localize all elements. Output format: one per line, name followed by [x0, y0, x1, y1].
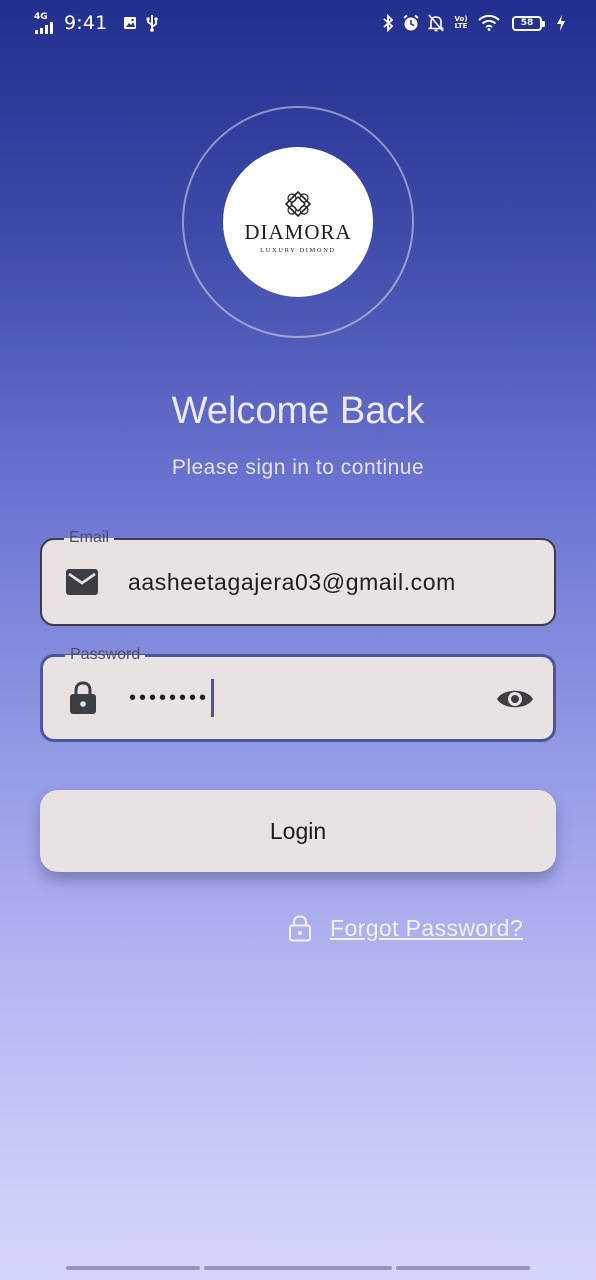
status-left: 4G 9:41: [34, 12, 159, 34]
password-field[interactable]: Password ••••••••: [40, 646, 556, 742]
email-field[interactable]: Email aasheetagajera03@gmail.com: [40, 529, 556, 626]
signal-indicator: 4G: [34, 11, 56, 34]
status-right: Vo) LTE 58: [382, 14, 566, 32]
gesture-nav-bar[interactable]: [66, 1266, 530, 1270]
clock-time: 9:41: [64, 12, 108, 34]
text-caret: [211, 679, 215, 717]
wifi-icon: [478, 15, 500, 31]
logo-tagline: LUXURY DIMOND: [260, 247, 336, 254]
email-value[interactable]: aasheetagajera03@gmail.com: [128, 569, 456, 596]
status-bar: 4G 9:41 Vo) LTE 58: [0, 0, 596, 46]
battery-indicator: 58: [512, 15, 545, 31]
usb-icon: [146, 15, 159, 32]
nav-segment: [396, 1266, 530, 1270]
forgot-password-link[interactable]: Forgot Password?: [288, 914, 523, 942]
lock-icon: [65, 680, 101, 716]
forgot-password-label[interactable]: Forgot Password?: [330, 915, 523, 942]
lte-indicator: Vo) LTE: [454, 15, 468, 30]
alarm-icon: [403, 14, 419, 31]
page-subtitle: Please sign in to continue: [171, 456, 425, 479]
password-label: Password: [65, 646, 146, 664]
bluetooth-icon: [383, 14, 394, 32]
logo: DIAMORA LUXURY DIMOND: [223, 147, 373, 297]
gallery-icon: [124, 17, 137, 29]
email-label: Email: [64, 529, 115, 547]
mute-bell-icon: [428, 14, 444, 32]
page-title: Welcome Back: [171, 390, 425, 432]
nav-segment: [66, 1266, 200, 1270]
logo-brand: DIAMORA: [244, 220, 352, 244]
network-type: 4G: [34, 11, 48, 22]
charging-icon: [557, 15, 565, 31]
eye-icon[interactable]: [495, 679, 535, 719]
battery-level: 58: [520, 18, 534, 28]
login-button[interactable]: Login: [40, 790, 556, 872]
diamond-emblem-icon: [284, 190, 312, 218]
signal-icon: [35, 21, 53, 34]
password-value-wrap[interactable]: ••••••••: [129, 679, 215, 717]
nav-segment: [204, 1266, 392, 1270]
lock-outline-icon: [289, 915, 311, 942]
mail-icon: [64, 564, 100, 600]
password-value: ••••••••: [129, 686, 210, 709]
